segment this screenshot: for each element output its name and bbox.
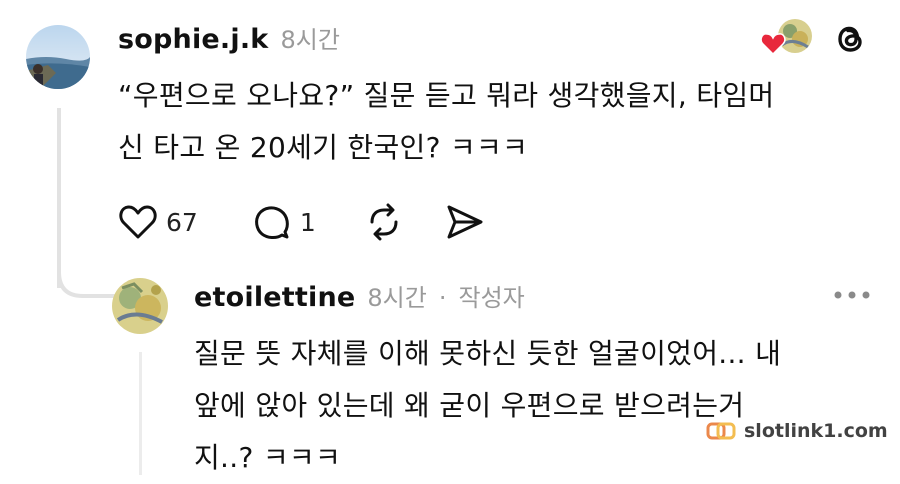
heart-outline-icon [119, 205, 157, 239]
more-options-icon[interactable] [832, 289, 872, 301]
heart-icon [760, 33, 786, 56]
share-button[interactable] [444, 202, 486, 242]
reply-count: 1 [299, 207, 316, 237]
post-action-bar: 67 1 [118, 200, 486, 244]
like-count: 67 [166, 207, 198, 237]
author-badge: 작성자 [458, 284, 525, 312]
comment-icon [254, 206, 289, 239]
reply-text-line-1: 질문 뜻 자체를 이해 못하신 듯한 얼굴이었어... 내 [194, 337, 782, 370]
post-text-line-1: “우편으로 오나요?” 질문 듣고 뭐라 생각했을지, 타임머 [118, 79, 775, 112]
post-text-line-2: 신 타고 온 20세기 한국인? ㅋㅋㅋ [118, 131, 529, 164]
reply-header: etoilettine 8시간 · 작성자 [194, 278, 525, 313]
post-header: sophie.j.k 8시간 [118, 20, 340, 55]
thread-connector-line [57, 108, 61, 288]
reply-username[interactable]: etoilettine [194, 282, 355, 313]
reply-avatar[interactable] [112, 278, 168, 334]
watermark-text: slotlink1.com [744, 420, 888, 442]
post-avatar[interactable] [26, 25, 90, 89]
reply-timestamp: 8시간 [367, 284, 427, 312]
post-username[interactable]: sophie.j.k [118, 24, 268, 55]
thread-connector-curve [57, 272, 117, 298]
watermark: slotlink1.com [706, 420, 888, 442]
share-icon [447, 205, 483, 239]
comment-button[interactable]: 1 [252, 202, 316, 242]
reply-body: 질문 뜻 자체를 이해 못하신 듯한 얼굴이었어... 내 앞에 앉아 있는데 … [194, 328, 884, 484]
meta-separator: · [438, 284, 447, 312]
like-button[interactable]: 67 [118, 203, 198, 241]
post-timestamp: 8시간 [280, 26, 340, 54]
repost-icon [370, 203, 398, 241]
post-body: “우편으로 오나요?” 질문 듣고 뭐라 생각했을지, 타임머 신 타고 온 2… [118, 70, 878, 174]
watermark-logo-icon [706, 422, 736, 440]
reply-thread-line [139, 352, 142, 475]
repost-button[interactable] [364, 202, 404, 242]
threads-logo-icon[interactable] [830, 19, 870, 59]
